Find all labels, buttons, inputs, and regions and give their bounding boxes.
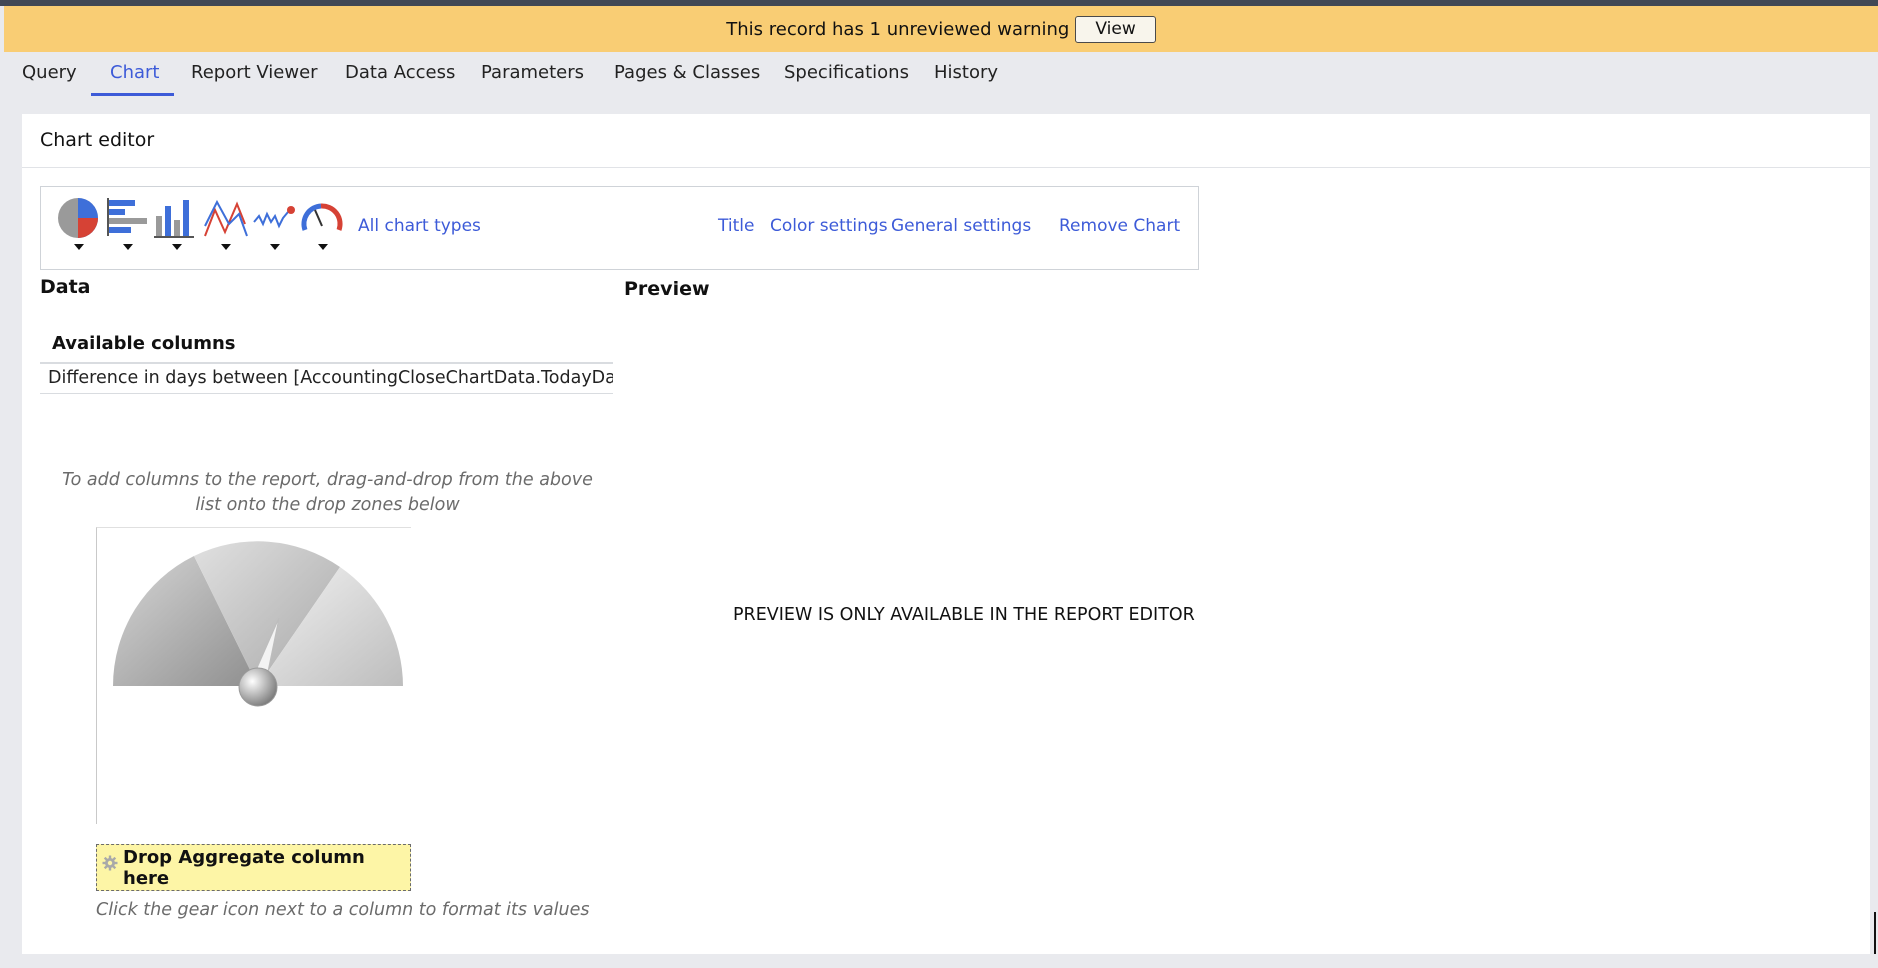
general-settings-link[interactable]: General settings (891, 216, 1031, 236)
window-edge-mark (1874, 912, 1876, 954)
spark-line-chart-icon[interactable] (252, 196, 298, 240)
gauge-drop-area (96, 527, 411, 824)
preview-unavailable-message: PREVIEW IS ONLY AVAILABLE IN THE REPORT … (733, 605, 1195, 625)
pie-chart-icon[interactable] (56, 196, 102, 240)
warning-banner: This record has 1 unreviewed warning Vie… (4, 6, 1878, 52)
tab-pages-classes[interactable]: Pages & Classes (614, 62, 760, 83)
tab-parameters[interactable]: Parameters (481, 62, 584, 83)
color-settings-link[interactable]: Color settings (770, 216, 888, 236)
tab-specifications[interactable]: Specifications (784, 62, 909, 83)
title-link[interactable]: Title (718, 216, 754, 236)
column-chart-icon[interactable] (154, 196, 200, 240)
available-columns-header: Available columns (40, 330, 613, 364)
panel-divider (22, 167, 1870, 168)
drop-zone-label: Drop Aggregate column here (123, 846, 365, 889)
line-chart-icon[interactable] (203, 196, 249, 240)
all-chart-types-link[interactable]: All chart types (358, 216, 481, 236)
aggregate-drop-zone[interactable]: Drop Aggregate column here (96, 844, 411, 891)
tab-data-access[interactable]: Data Access (345, 62, 455, 83)
tab-query[interactable]: Query (22, 62, 77, 83)
panel-title: Chart editor (40, 129, 155, 151)
data-section-label: Data (40, 276, 91, 298)
active-tab-indicator (91, 93, 174, 96)
gauge-chart-icon[interactable] (299, 196, 345, 240)
chevron-down-icon[interactable] (270, 244, 280, 250)
chevron-down-icon[interactable] (318, 244, 328, 250)
bar-chart-icon[interactable] (106, 196, 152, 240)
chevron-down-icon[interactable] (74, 244, 84, 250)
drag-drop-hint: To add columns to the report, drag-and-d… (62, 470, 593, 515)
tab-report-viewer[interactable]: Report Viewer (191, 62, 318, 83)
gear-icon[interactable] (102, 855, 118, 871)
tab-chart[interactable]: Chart (110, 62, 159, 83)
view-warning-button[interactable]: View (1075, 15, 1156, 43)
preview-section-label: Preview (624, 278, 710, 300)
gauge-illustration (113, 541, 403, 707)
remove-chart-link[interactable]: Remove Chart (1059, 216, 1180, 236)
warning-message: This record has 1 unreviewed warning (726, 18, 1070, 40)
chevron-down-icon[interactable] (172, 244, 182, 250)
tab-history[interactable]: History (934, 62, 998, 83)
gear-format-hint: Click the gear icon next to a column to … (96, 900, 590, 920)
chevron-down-icon[interactable] (221, 244, 231, 250)
list-item[interactable]: Difference in days between [AccountingCl… (40, 364, 613, 394)
chevron-down-icon[interactable] (123, 244, 133, 250)
